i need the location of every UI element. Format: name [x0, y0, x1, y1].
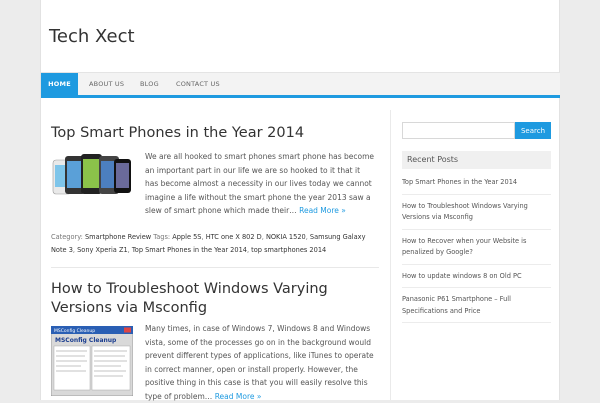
- nav-item-contact-us[interactable]: CONTACT US: [176, 73, 220, 96]
- tag-link[interactable]: Sony Xperia Z1: [77, 246, 128, 254]
- post-divider: [51, 267, 379, 268]
- category-label: Category:: [51, 233, 83, 241]
- recent-post-link[interactable]: How to update windows 8 on Old PC: [402, 270, 551, 288]
- nav-item-home[interactable]: HOME: [41, 73, 78, 96]
- thumb-heading: MSConfig Cleanup: [55, 337, 117, 344]
- post-title[interactable]: How to Troubleshoot Windows Varying Vers…: [51, 280, 351, 318]
- tag-link[interactable]: Apple 5S: [172, 233, 201, 241]
- recent-posts-title: Recent Posts: [402, 151, 551, 169]
- recent-post-link[interactable]: Panasonic P61 Smartphone – Full Specific…: [402, 293, 551, 323]
- tag-link[interactable]: top smartphones 2014: [251, 246, 326, 254]
- post-meta: Category: Smartphone Review Tags: Apple …: [51, 233, 366, 254]
- nav-item-label: HOME: [48, 80, 71, 88]
- recent-post-link[interactable]: How to Troubleshoot Windows Varying Vers…: [402, 200, 551, 230]
- nav-item-blog[interactable]: BLOG: [140, 73, 159, 96]
- tags-label: Tags:: [153, 233, 171, 241]
- tag-link[interactable]: NOKIA 1520: [266, 233, 306, 241]
- nav-item-label: BLOG: [140, 80, 159, 88]
- nav-accent-bar: [41, 95, 560, 98]
- main-content: Top Smart Phones in the Year 2014 We are…: [41, 110, 389, 403]
- tag-link[interactable]: Top Smart Phones in the Year 2014: [132, 246, 247, 254]
- sidebar: Search Recent Posts Top Smart Phones in …: [390, 110, 560, 400]
- post-thumbnail-smartphones[interactable]: [51, 150, 133, 220]
- tag-link[interactable]: HTC one X 802 D: [206, 233, 262, 241]
- post-excerpt-text: Many times, in case of Windows 7, Window…: [145, 324, 374, 401]
- post-thumbnail-msconfig[interactable]: MSConfig Cleanup MSConfig Cleanup: [51, 326, 133, 396]
- recent-posts-list: Top Smart Phones in the Year 2014 How to…: [402, 176, 551, 328]
- nav-item-label: ABOUT US: [89, 80, 125, 88]
- post-excerpt: Many times, in case of Windows 7, Window…: [145, 322, 377, 403]
- search-button[interactable]: Search: [515, 122, 551, 139]
- recent-post-link[interactable]: How to Recover when your Website is pena…: [402, 235, 551, 265]
- read-more-link[interactable]: Read More »: [299, 206, 346, 215]
- site-title[interactable]: Tech Xect: [49, 26, 135, 47]
- post-excerpt: We are all hooked to smart phones smart …: [145, 150, 375, 218]
- recent-post-link[interactable]: Top Smart Phones in the Year 2014: [402, 176, 551, 195]
- page-container: Tech Xect HOME ABOUT US BLOG CONTACT US …: [40, 0, 560, 403]
- read-more-link[interactable]: Read More »: [215, 392, 262, 401]
- category-link[interactable]: Smartphone Review: [85, 233, 151, 241]
- nav-item-about-us[interactable]: ABOUT US: [89, 73, 124, 96]
- thumb-window-title: MSConfig Cleanup: [54, 328, 95, 334]
- search-input[interactable]: [402, 122, 515, 139]
- nav-item-label: CONTACT US: [176, 80, 220, 88]
- post-title[interactable]: Top Smart Phones in the Year 2014: [51, 124, 381, 143]
- main-nav: HOME ABOUT US BLOG CONTACT US: [41, 72, 560, 96]
